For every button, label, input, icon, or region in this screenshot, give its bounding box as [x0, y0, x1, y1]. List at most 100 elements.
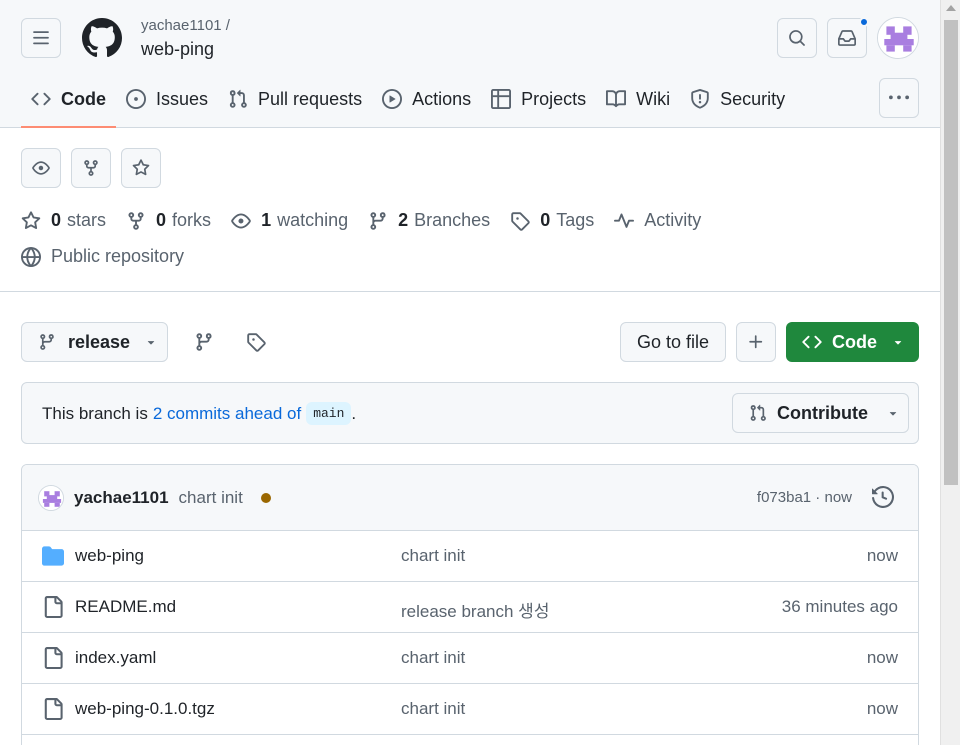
table-row[interactable]: web-ping chart init now [22, 531, 918, 582]
stars-count: 0 [51, 210, 62, 230]
add-file-button[interactable] [736, 322, 776, 362]
file-commit-message[interactable]: release branch 생성 [401, 597, 549, 622]
tab-label: Security [720, 88, 786, 109]
tags-link[interactable]: 0 Tags [510, 210, 594, 231]
history-icon [872, 485, 895, 509]
branches-link[interactable]: 2 Branches [368, 210, 490, 231]
watching-link[interactable]: 1 watching [231, 210, 348, 231]
forks-link[interactable]: 0 forks [126, 210, 211, 231]
scrollbar-thumb[interactable] [944, 20, 958, 485]
folder-icon [42, 546, 64, 566]
star-icon [132, 159, 150, 176]
table-row[interactable]: README.md release branch 생성 36 minutes a… [22, 582, 918, 633]
tab-label: Code [61, 88, 106, 109]
issue-icon [126, 89, 146, 109]
forks-label: forks [172, 210, 212, 230]
section-divider [0, 291, 940, 292]
file-commit-message[interactable]: chart init [401, 546, 465, 566]
file-name[interactable]: web-ping [75, 546, 144, 566]
star-icon [21, 210, 41, 229]
history-button[interactable] [872, 485, 895, 513]
pull-request-icon [750, 404, 766, 421]
visibility-label: Public repository [51, 246, 185, 266]
go-to-file-button[interactable]: Go to file [620, 322, 726, 362]
code-button-label: Code [832, 331, 877, 352]
tab-security[interactable]: Security [680, 78, 795, 120]
commit-author[interactable]: yachae1101 [74, 488, 169, 508]
shield-icon [691, 89, 709, 109]
watch-button[interactable] [21, 148, 61, 188]
branch-icon [196, 333, 212, 351]
hamburger-icon [33, 31, 49, 45]
tags-icon-link[interactable] [244, 330, 268, 354]
branch-ahead-banner: This branch is 2 commits ahead of main .… [21, 382, 919, 444]
author-avatar[interactable] [38, 484, 64, 511]
table-row[interactable]: index.yaml chart init now [22, 633, 918, 684]
tab-label: Wiki [636, 88, 671, 109]
eye-icon [32, 161, 50, 175]
book-icon [606, 90, 627, 108]
identicon-avatar-icon [39, 485, 63, 510]
tags-count: 0 [540, 210, 551, 230]
file-name[interactable]: web-ping-0.1.0.tgz [75, 699, 215, 719]
tab-actions[interactable]: Actions [372, 78, 481, 120]
pulse-icon [614, 213, 635, 228]
branch-status-text: This branch is 2 commits ahead of main . [42, 402, 356, 425]
activity-label: Activity [644, 210, 702, 230]
github-logo-icon[interactable] [82, 18, 122, 58]
fork-icon [84, 160, 98, 176]
file-commit-time: 36 minutes ago [781, 597, 898, 616]
banner-suffix: . [351, 403, 357, 423]
fork-button[interactable] [71, 148, 111, 188]
watching-label: watching [277, 210, 349, 230]
owner-link[interactable]: yachae1101 / [141, 17, 230, 34]
branch-icon [40, 334, 54, 350]
file-commit-message[interactable]: chart init [401, 699, 465, 719]
more-nav-button[interactable] [879, 78, 919, 118]
commits-ahead-link[interactable]: 2 commits ahead of [153, 404, 301, 424]
commit-message[interactable]: chart init [179, 488, 243, 508]
user-avatar[interactable] [877, 17, 919, 59]
code-icon [802, 335, 822, 349]
file-commit-message[interactable]: chart init [401, 648, 465, 668]
tab-issues[interactable]: Issues [116, 78, 218, 120]
identicon-avatar-icon [878, 18, 918, 58]
play-icon [382, 89, 403, 109]
commit-status-indicator[interactable] [260, 492, 271, 503]
code-dropdown-button[interactable]: Code [786, 322, 919, 362]
forks-count: 0 [156, 210, 167, 230]
tab-code[interactable]: Code [21, 78, 116, 128]
vertical-scrollbar[interactable] [940, 0, 960, 745]
branches-icon-link[interactable] [192, 330, 216, 354]
tab-pull-requests[interactable]: Pull requests [218, 78, 372, 120]
tab-wiki[interactable]: Wiki [596, 78, 680, 120]
tags-label: Tags [556, 210, 595, 230]
repo-name-link[interactable]: web-ping [141, 39, 214, 60]
kebab-horizontal-icon [889, 95, 909, 100]
branches-label: Branches [414, 210, 491, 230]
contribute-button[interactable]: Contribute [732, 393, 909, 433]
search-button[interactable] [777, 18, 817, 58]
file-name[interactable]: index.yaml [75, 648, 156, 668]
visibility-info: Public repository [21, 246, 184, 267]
base-branch-label[interactable]: main [306, 402, 352, 425]
tag-icon [247, 333, 266, 352]
activity-link[interactable]: Activity [614, 210, 701, 231]
branch-selector[interactable]: release [21, 322, 168, 362]
file-icon [44, 596, 63, 618]
file-name[interactable]: README.md [75, 597, 176, 617]
menu-button[interactable] [21, 18, 61, 58]
scroll-up-arrow-icon[interactable] [946, 5, 956, 11]
table-row[interactable]: web-ping-0.1.0.tgz chart init now [22, 684, 918, 735]
file-commit-time: now [866, 546, 898, 565]
search-icon [789, 30, 805, 46]
tab-label: Pull requests [258, 88, 363, 109]
stars-link[interactable]: 0 stars [21, 210, 106, 231]
tab-projects[interactable]: Projects [481, 78, 596, 120]
file-table: yachae1101 chart init f073ba1 · now web-… [21, 464, 919, 745]
star-button[interactable] [121, 148, 161, 188]
commit-hash-time[interactable]: f073ba1 · now [757, 489, 852, 506]
notification-indicator [859, 17, 869, 27]
eye-icon [231, 213, 251, 228]
branch-name: release [68, 331, 131, 352]
